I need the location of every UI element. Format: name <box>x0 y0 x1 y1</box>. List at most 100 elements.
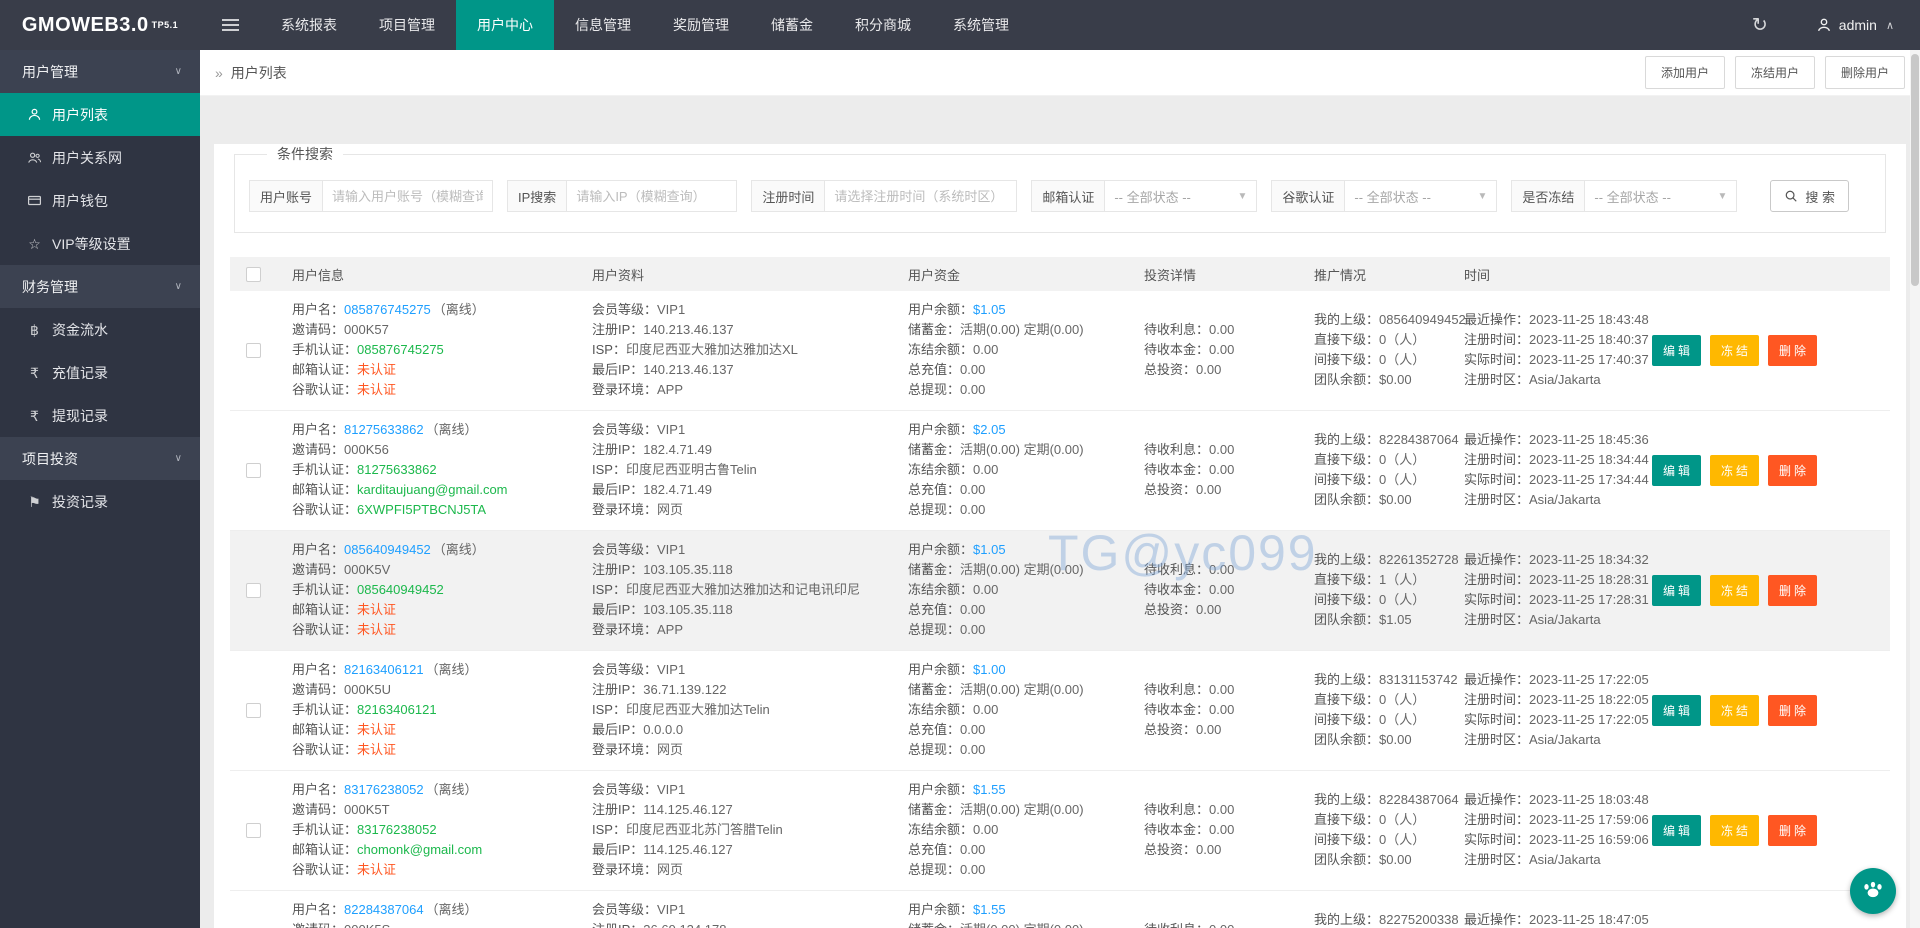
field-value[interactable]: $1.55 <box>973 902 1006 917</box>
field-value: 0（人） <box>1379 332 1425 347</box>
field-value: 印度尼西亚大雅加达雅加达和记电讯印尼 <box>626 582 860 597</box>
field-value[interactable]: $1.00 <box>973 662 1006 677</box>
freeze-button[interactable]: 冻结 <box>1710 455 1759 486</box>
rupee-icon: ₹ <box>26 409 43 423</box>
field-value: 81275633862 <box>357 462 437 477</box>
field-label: 总提现： <box>908 502 960 517</box>
edit-button[interactable]: 编辑 <box>1652 815 1701 846</box>
username-link[interactable]: 82284387064 <box>344 902 424 917</box>
sidebar-item-flag-投资记录[interactable]: ⚑投资记录 <box>0 480 200 523</box>
freeze-user-button[interactable]: 冻结用户 <box>1735 56 1815 89</box>
admin-menu[interactable]: admin ∧ <box>1796 17 1920 33</box>
username-link[interactable]: 83176238052 <box>344 782 424 797</box>
sidebar-item-users-用户关系网[interactable]: 用户关系网 <box>0 136 200 179</box>
nav-item-3[interactable]: 用户中心 <box>456 0 554 50</box>
edit-button[interactable]: 编辑 <box>1652 335 1701 366</box>
regtime-input[interactable] <box>825 180 1017 212</box>
nav-item-6[interactable]: 储蓄金 <box>750 0 834 50</box>
field-value: APP <box>657 382 683 397</box>
delete-button[interactable]: 删除 <box>1768 815 1817 846</box>
edit-button[interactable]: 编辑 <box>1652 455 1701 486</box>
sidebar-item-user-用户列表[interactable]: 用户列表 <box>0 93 200 136</box>
email-verify-select-label: 邮箱认证 <box>1031 180 1105 212</box>
nav-item-7[interactable]: 积分商城 <box>834 0 932 50</box>
field-label: 注册时间： <box>1464 572 1529 587</box>
sidebar-group-header-1[interactable]: 用户管理∨ <box>0 50 200 93</box>
freeze-button[interactable]: 冻结 <box>1710 695 1759 726</box>
header-c-profile: 用户资料 <box>576 265 892 284</box>
sidebar-group-header-3[interactable]: 项目投资∨ <box>0 437 200 480</box>
service-float-button[interactable] <box>1850 868 1896 914</box>
field-line: 我的上级：83131153742 <box>1314 670 1448 690</box>
refresh-icon[interactable]: ↻ <box>1724 14 1796 37</box>
scrollbar-thumb[interactable] <box>1911 54 1919 286</box>
field-value[interactable]: $1.55 <box>973 782 1006 797</box>
frozen-select[interactable]: -- 全部状态 --▼ <box>1585 180 1737 212</box>
row-checkbox[interactable] <box>246 583 261 598</box>
edit-button[interactable]: 编辑 <box>1652 695 1701 726</box>
delete-button[interactable]: 删除 <box>1768 575 1817 606</box>
sidebar-group-header-2[interactable]: 财务管理∨ <box>0 265 200 308</box>
username-link[interactable]: 82163406121 <box>344 662 424 677</box>
add-user-button[interactable]: 添加用户 <box>1645 56 1725 89</box>
field-line: 谷歌认证：未认证 <box>292 860 576 880</box>
app-logo-text: GMOWEB3.0 <box>22 14 149 37</box>
email-verify-select[interactable]: -- 全部状态 --▼ <box>1105 180 1257 212</box>
field-label: 待收本金： <box>1144 342 1209 357</box>
freeze-button[interactable]: 冻结 <box>1710 335 1759 366</box>
row-checkbox[interactable] <box>246 823 261 838</box>
cell-user_info: 用户名：82163406121（离线）邀请码：000K5U手机认证：821634… <box>276 660 576 760</box>
delete-button[interactable]: 删除 <box>1768 335 1817 366</box>
field-value: 000K57 <box>344 322 389 337</box>
field-value[interactable]: $1.05 <box>973 542 1006 557</box>
google-verify-select[interactable]: -- 全部状态 --▼ <box>1345 180 1497 212</box>
header-checkbox-cell <box>230 267 276 282</box>
field-value: 2023-11-25 17:34:44 <box>1529 472 1649 487</box>
sidebar-item-rupee-充值记录[interactable]: ₹充值记录 <box>0 351 200 394</box>
sidebar-item-rupee-提现记录[interactable]: ₹提现记录 <box>0 394 200 437</box>
field-value[interactable]: $1.05 <box>973 302 1006 317</box>
delete-button[interactable]: 删除 <box>1768 455 1817 486</box>
delete-user-button[interactable]: 删除用户 <box>1825 56 1905 89</box>
field-value: $0.00 <box>1379 492 1412 507</box>
field-line: 用户余额：$1.55 <box>908 900 1128 920</box>
sidebar-item-star-VIP等级设置[interactable]: ☆VIP等级设置 <box>0 222 200 265</box>
row-checkbox[interactable] <box>246 463 261 478</box>
nav-item-1[interactable]: 系统报表 <box>260 0 358 50</box>
select-all-checkbox[interactable] <box>246 267 261 282</box>
cell-invest: 待收利息：0.00待收本金：0.00总投资：0.00 <box>1128 320 1298 380</box>
field-label: 用户名： <box>292 902 344 917</box>
cell-invest: 待收利息：0.00待收本金：0.00总投资：0.00 <box>1128 440 1298 500</box>
nav-item-2[interactable]: 项目管理 <box>358 0 456 50</box>
field-line: 待收利息：0.00 <box>1144 680 1298 700</box>
row-checkbox[interactable] <box>246 703 261 718</box>
field-label: 注册时间： <box>1464 332 1529 347</box>
nav-item-4[interactable]: 信息管理 <box>554 0 652 50</box>
field-value: chomonk@gmail.com <box>357 842 482 857</box>
field-value: $0.00 <box>1379 372 1412 387</box>
username-link[interactable]: 085876745275 <box>344 302 431 317</box>
edit-button[interactable]: 编辑 <box>1652 575 1701 606</box>
username-link[interactable]: 085640949452 <box>344 542 431 557</box>
hamburger-icon[interactable] <box>200 0 260 50</box>
delete-button[interactable]: 删除 <box>1768 695 1817 726</box>
ip-input[interactable] <box>567 180 737 212</box>
field-label: 最近操作： <box>1464 312 1529 327</box>
field-value: 0（人） <box>1379 692 1425 707</box>
freeze-button[interactable]: 冻结 <box>1710 575 1759 606</box>
sidebar-item-coinb-资金流水[interactable]: ฿资金流水 <box>0 308 200 351</box>
field-line: 冻结余额：0.00 <box>908 820 1128 840</box>
freeze-button[interactable]: 冻结 <box>1710 815 1759 846</box>
nav-item-8[interactable]: 系统管理 <box>932 0 1030 50</box>
field-value[interactable]: $2.05 <box>973 422 1006 437</box>
caret-down-icon: ▼ <box>1237 191 1247 202</box>
field-label: 注册时区： <box>1464 372 1529 387</box>
sidebar-item-wallet-用户钱包[interactable]: 用户钱包 <box>0 179 200 222</box>
row-checkbox[interactable] <box>246 343 261 358</box>
nav-item-5[interactable]: 奖励管理 <box>652 0 750 50</box>
field-value: 印度尼西亚大雅加达Telin <box>626 702 770 717</box>
field-value: 2023-11-25 18:43:48 <box>1529 312 1649 327</box>
account-input[interactable] <box>323 180 493 212</box>
search-button[interactable]: 搜 索 <box>1770 180 1849 212</box>
username-link[interactable]: 81275633862 <box>344 422 424 437</box>
